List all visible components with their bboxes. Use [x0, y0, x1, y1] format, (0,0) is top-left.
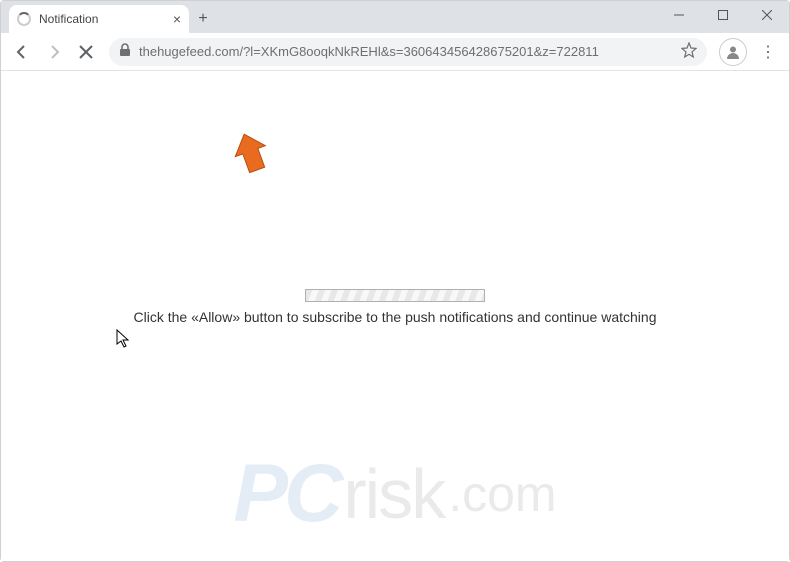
close-tab-icon[interactable]: × — [173, 11, 181, 27]
browser-window: Notification × + — [0, 0, 790, 562]
new-tab-button[interactable]: + — [189, 5, 217, 33]
bookmark-star-icon[interactable] — [681, 42, 697, 61]
close-window-button[interactable] — [745, 1, 789, 29]
watermark-com: .com — [448, 465, 556, 523]
browser-tab[interactable]: Notification × — [9, 5, 189, 33]
maximize-button[interactable] — [701, 1, 745, 29]
menu-button[interactable]: ⋮ — [753, 37, 783, 67]
profile-button[interactable] — [719, 38, 747, 66]
watermark-risk: risk — [343, 454, 444, 534]
notification-message: Click the «Allow» button to subscribe to… — [1, 309, 789, 325]
progress-bar — [305, 289, 485, 302]
toolbar: thehugefeed.com/?l=XKmG8ooqkNkREHl&s=360… — [1, 33, 789, 71]
minimize-button[interactable] — [657, 1, 701, 29]
annotation-arrow-icon — [229, 131, 273, 180]
lock-icon — [119, 43, 131, 60]
stop-reload-button[interactable] — [71, 37, 101, 67]
url-text: thehugefeed.com/?l=XKmG8ooqkNkREHl&s=360… — [139, 44, 673, 59]
cursor-icon — [116, 329, 130, 354]
window-controls — [657, 1, 789, 29]
page-content: Click the «Allow» button to subscribe to… — [1, 71, 789, 561]
loading-spinner-icon — [17, 12, 31, 26]
forward-button[interactable] — [39, 37, 69, 67]
watermark: PC risk .com — [233, 447, 556, 541]
address-bar[interactable]: thehugefeed.com/?l=XKmG8ooqkNkREHl&s=360… — [109, 38, 707, 66]
titlebar: Notification × + — [1, 1, 789, 33]
watermark-pc: PC — [233, 447, 339, 541]
back-button[interactable] — [7, 37, 37, 67]
tab-title: Notification — [39, 12, 165, 26]
